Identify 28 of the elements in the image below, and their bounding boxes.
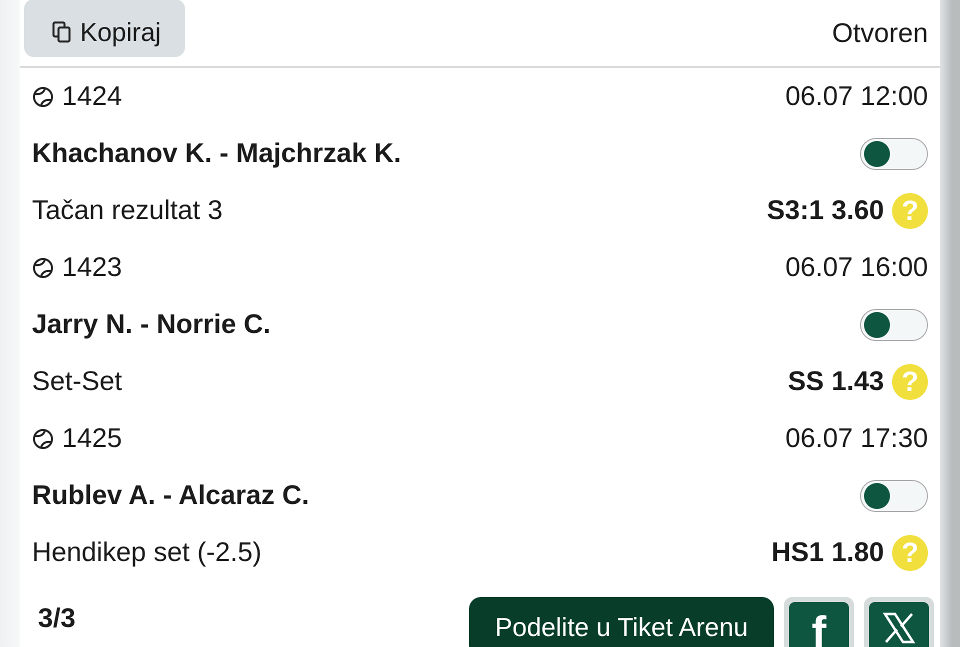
- match-code: 1425: [62, 423, 122, 454]
- market-name: Hendikep set (-2.5): [32, 537, 262, 568]
- pick-odds: SS 1.43: [788, 366, 884, 397]
- tennis-ball-icon: [32, 86, 54, 108]
- x-logo-icon[interactable]: [869, 602, 929, 647]
- selection-count: 3/3: [38, 603, 76, 634]
- tennis-ball-icon: [32, 428, 54, 450]
- match-teams: Rublev A. - Alcaraz C.: [32, 480, 310, 511]
- share-button[interactable]: Podelite u Tiket Arenu: [469, 597, 774, 647]
- pick-odds: HS1 1.80: [771, 537, 884, 568]
- toggle-switch[interactable]: [860, 308, 928, 340]
- market-name: Tačan rezultat 3: [32, 195, 223, 226]
- match-code: 1424: [62, 81, 122, 112]
- toggle-switch[interactable]: [860, 138, 928, 170]
- market-name: Set-Set: [32, 366, 122, 397]
- facebook-button[interactable]: f: [789, 602, 849, 647]
- match-teams: Jarry N. - Norrie C.: [32, 309, 271, 340]
- match-teams: Khachanov K. - Majchrzak K.: [32, 138, 402, 169]
- ticket-status: Otvoren: [832, 18, 928, 48]
- match-time: 06.07 16:00: [785, 252, 928, 283]
- copy-button[interactable]: Kopiraj: [24, 0, 185, 57]
- pick-odds: S3:1 3.60: [766, 195, 884, 226]
- match-code: 1423: [62, 252, 122, 283]
- match-time: 06.07 17:30: [785, 423, 928, 454]
- toggle-switch[interactable]: [860, 480, 928, 512]
- tennis-ball-icon: [32, 256, 54, 278]
- match-time: 06.07 12:00: [785, 81, 928, 112]
- copy-icon: [52, 21, 72, 43]
